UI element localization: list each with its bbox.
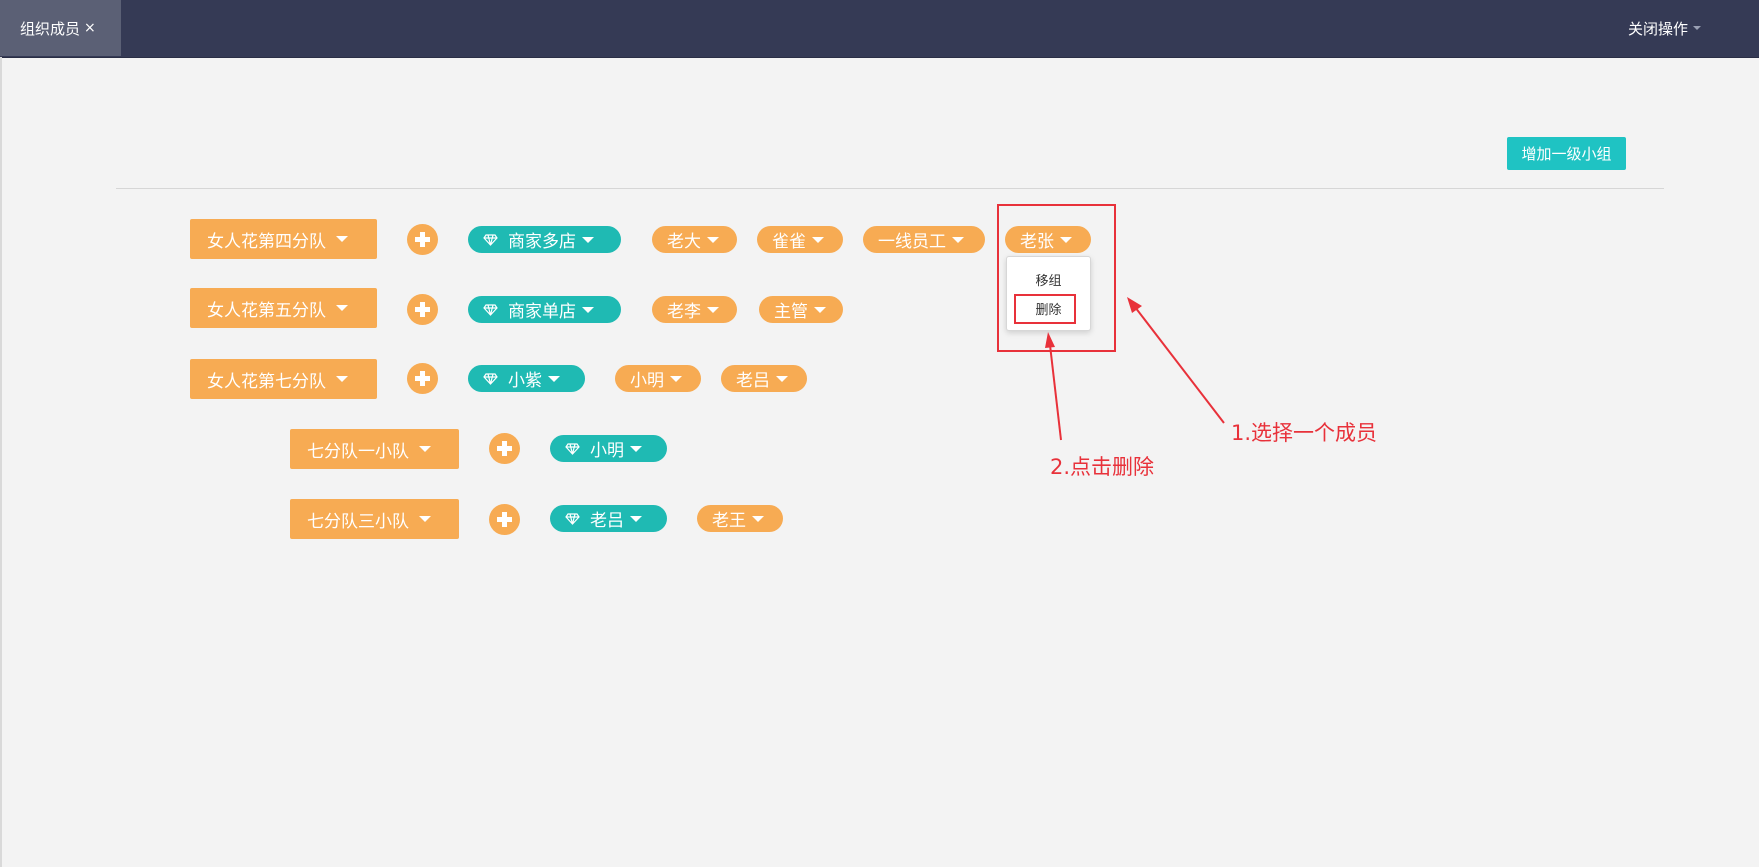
annotation-arrows <box>1045 297 1225 441</box>
arrowhead-step2 <box>1045 332 1055 348</box>
arrow-line-step2 <box>1049 344 1062 441</box>
arrowhead-step1 <box>1127 297 1142 313</box>
arrow-line-step1 <box>1134 306 1225 424</box>
